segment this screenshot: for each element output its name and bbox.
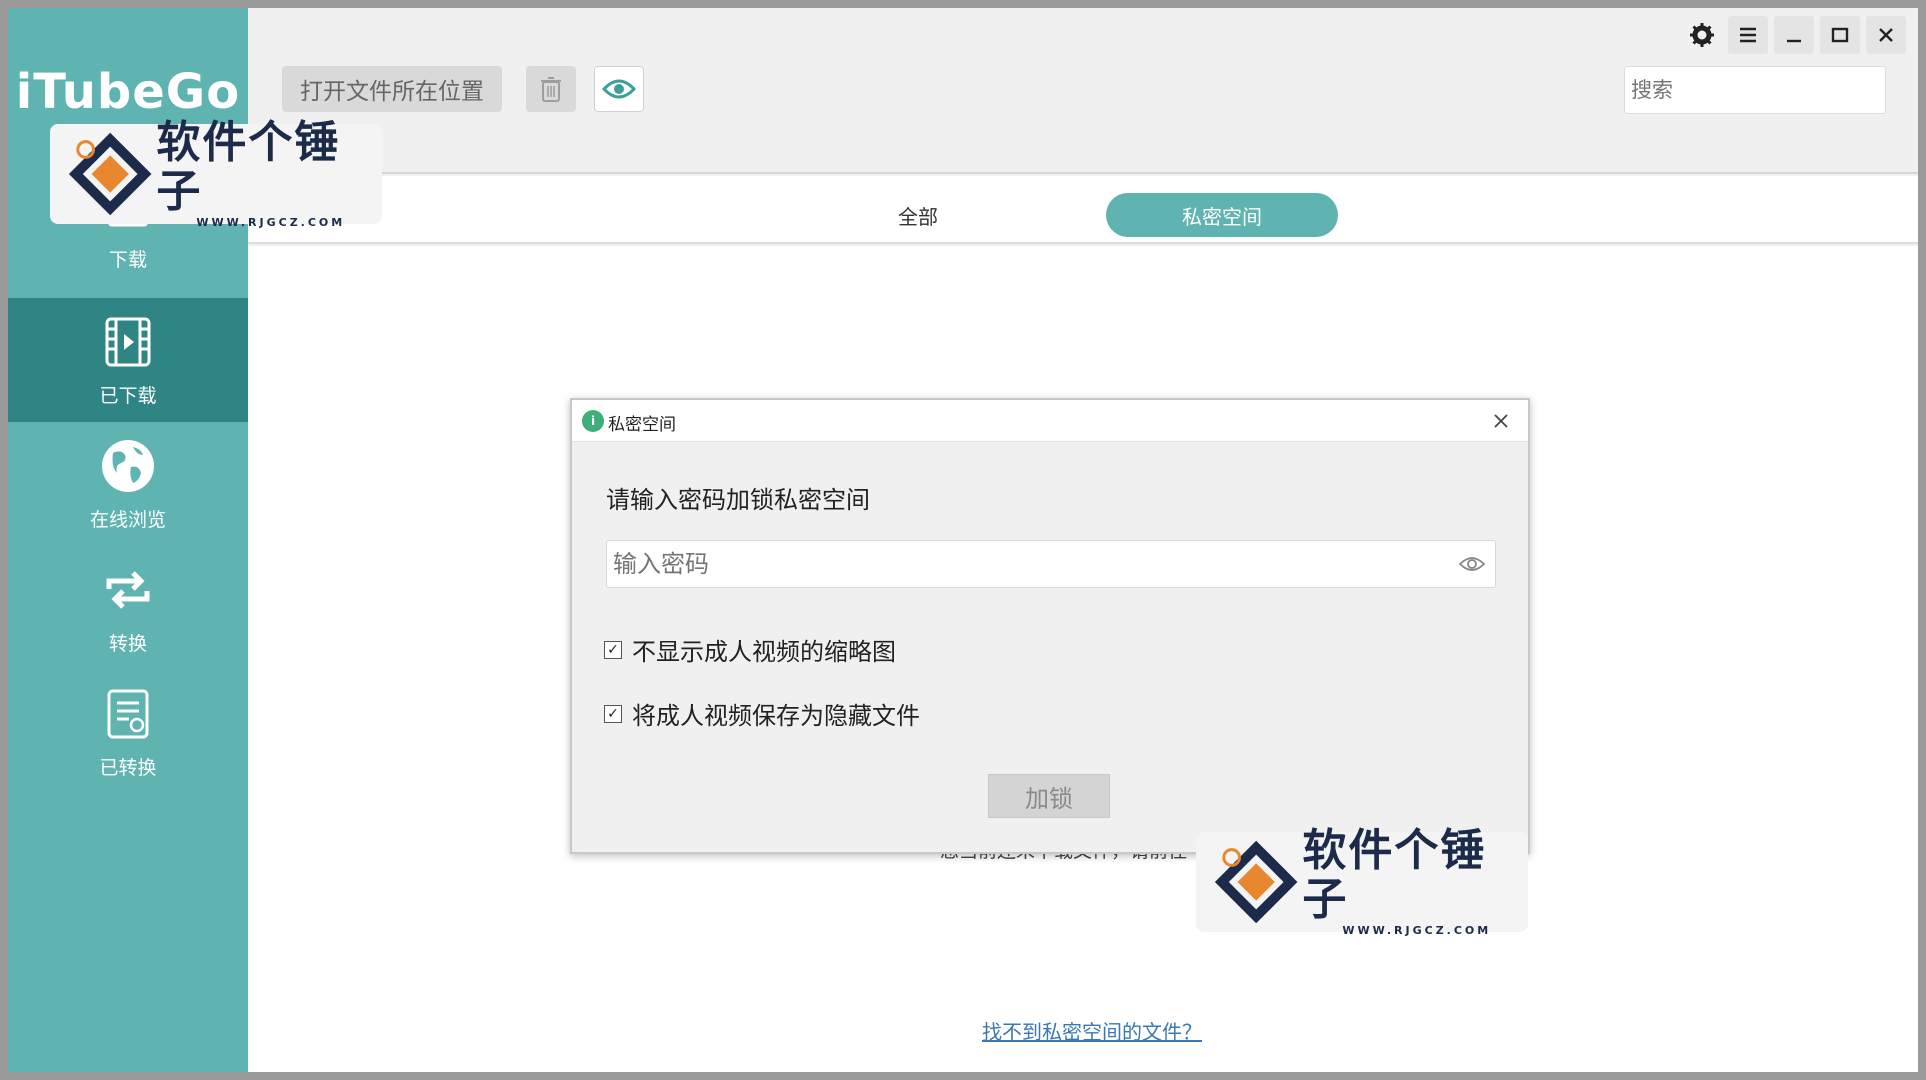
gear-icon [1690,23,1714,47]
watermark-bottom: 软件个锤子 WWW.RJGCZ.COM [1196,826,1528,937]
globe-icon [102,439,154,492]
dialog-title: 私密空间 [608,415,676,435]
option-label: 将成人视频保存为隐藏文件 [632,702,920,730]
tab-bar: 全部 私密空间 [248,176,1918,244]
watermark-logo-icon [68,132,152,216]
watermark-logo-icon [1214,840,1298,924]
app-logo: iTubeGo [15,64,241,120]
sidebar-item-downloaded[interactable]: 已下载 [8,298,248,422]
convert-icon [106,570,150,609]
toolbar: 打开文件所在位置 [248,8,1918,174]
minimize-button[interactable] [1774,16,1814,54]
tab-private-space[interactable]: 私密空间 [1106,193,1338,237]
search-input[interactable] [1624,66,1886,114]
delete-button[interactable] [526,66,576,112]
option-label: 不显示成人视频的缩略图 [632,638,896,666]
show-password-icon[interactable] [1458,552,1486,576]
menu-icon [1740,27,1756,43]
sidebar-item-label: 已转换 [99,756,157,779]
sidebar-item-convert[interactable]: 转换 [8,546,248,670]
app-small-icon: i [582,410,604,432]
menu-button[interactable] [1728,16,1768,54]
checkbox-checked[interactable]: ✓ [604,640,622,659]
dialog-heading: 请输入密码加锁私密空间 [606,486,870,514]
eye-icon [602,79,636,99]
tab-all[interactable]: 全部 [878,193,958,237]
sidebar-item-label: 已下载 [99,384,157,407]
close-icon [1494,414,1508,428]
sidebar-item-browse[interactable]: 在线浏览 [8,422,248,546]
close-button[interactable] [1866,16,1906,54]
maximize-button[interactable] [1820,16,1860,54]
dialog-titlebar: i 私密空间 [572,400,1528,442]
watermark-text: 软件个锤子 [1302,825,1487,925]
watermark-text: 软件个锤子 [156,117,341,217]
dialog-close-button[interactable] [1488,408,1514,434]
sidebar-item-label: 在线浏览 [89,508,166,531]
settings-button[interactable] [1682,16,1722,54]
toggle-private-button[interactable] [594,66,644,112]
option-hide-thumbnails[interactable]: ✓ 不显示成人视频的缩略图 [604,632,896,667]
converted-list-icon [107,689,149,738]
watermark-url: WWW.RJGCZ.COM [1342,923,1492,937]
minimize-icon [1787,39,1801,43]
film-icon [105,317,151,366]
sidebar-item-converted[interactable]: 已转换 [8,670,248,794]
sidebar-item-label: 转换 [108,632,147,655]
open-location-button[interactable]: 打开文件所在位置 [282,66,502,112]
checkbox-checked[interactable]: ✓ [604,704,622,723]
sidebar-item-label: 下载 [108,248,147,271]
watermark-url: WWW.RJGCZ.COM [196,215,346,229]
lock-button[interactable]: 加锁 [988,774,1110,818]
help-link[interactable]: 找不到私密空间的文件？ [982,1016,1202,1045]
trash-icon [541,77,561,102]
maximize-icon [1831,27,1849,43]
private-space-dialog: i 私密空间 请输入密码加锁私密空间 ✓ 不显示成人视频的缩略图 ✓ 将成人视频… [570,398,1530,854]
close-icon [1879,28,1893,42]
window-controls [1682,16,1906,54]
option-save-hidden[interactable]: ✓ 将成人视频保存为隐藏文件 [604,696,920,731]
watermark-top: 软件个锤子 WWW.RJGCZ.COM [50,118,382,229]
password-field[interactable] [606,540,1496,588]
